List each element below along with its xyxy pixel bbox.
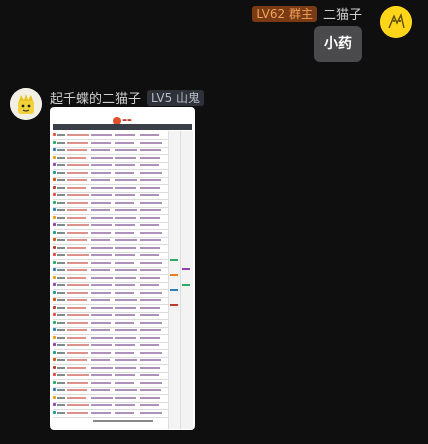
self-meta: LV62 群主 二猫子 [252,4,362,23]
table-row [53,147,168,154]
table-row [53,350,168,357]
image-attachment[interactable]: ▬▬ [50,107,195,430]
table-row [53,365,168,372]
table-row [53,222,168,229]
self-message-bubble[interactable]: 小药 [314,26,362,62]
doc-header: ▬▬ [50,110,195,125]
cartoon-character-avatar-icon [10,88,42,120]
other-avatar[interactable] [10,88,42,120]
table-row [53,320,168,327]
member-level-badge: LV5 山鬼 [147,89,205,106]
yellow-cartoon-avatar-icon [380,6,412,38]
table-side-mark [182,268,190,270]
table-side-mark [170,304,178,306]
table-row [53,267,168,274]
table-row [53,327,168,334]
table-row [53,387,168,394]
medicine-table-screenshot-icon [53,124,193,429]
table-row [53,237,168,244]
other-sender-name[interactable]: 起千蝶的二猫子 [50,88,141,107]
table-row [53,395,168,402]
table-row [53,290,168,297]
doc-footer [50,407,195,426]
table-row [53,372,168,379]
owner-level-badge: LV62 群主 [252,5,317,22]
table-side-mark [170,289,178,291]
table-side-mark [170,274,178,276]
table-row [53,342,168,349]
table-row [53,245,168,252]
chat-window: LV62 群主 二猫子 小药 起千蝶的二猫子 LV5 山鬼 ▬▬ [0,0,428,444]
table-side-mark [182,284,190,286]
other-meta: 起千蝶的二猫子 LV5 山鬼 [50,88,205,107]
table-row [53,215,168,222]
table-row [53,162,168,169]
table-side-mark [170,259,178,261]
table-row [53,252,168,259]
table-row [53,275,168,282]
table-row [53,335,168,342]
table-row [53,140,168,147]
table-row [53,177,168,184]
self-message-row: LV62 群主 二猫子 小药 [112,4,412,68]
table-row [53,305,168,312]
self-sender-name[interactable]: 二猫子 [323,4,362,23]
table-header-bar [53,124,192,130]
table-row [53,185,168,192]
table-row [53,282,168,289]
doc-title-mark: ▬▬ [122,117,132,124]
table-row [53,312,168,319]
table-row [53,170,168,177]
table-side-column [180,131,193,429]
table-row [53,132,168,139]
table-row [53,207,168,214]
table-row [53,380,168,387]
table-row [53,260,168,267]
table-row [53,200,168,207]
table-row [53,192,168,199]
table-row [53,297,168,304]
table-row [53,230,168,237]
table-row [53,357,168,364]
table-row [53,155,168,162]
self-avatar[interactable] [380,6,412,38]
